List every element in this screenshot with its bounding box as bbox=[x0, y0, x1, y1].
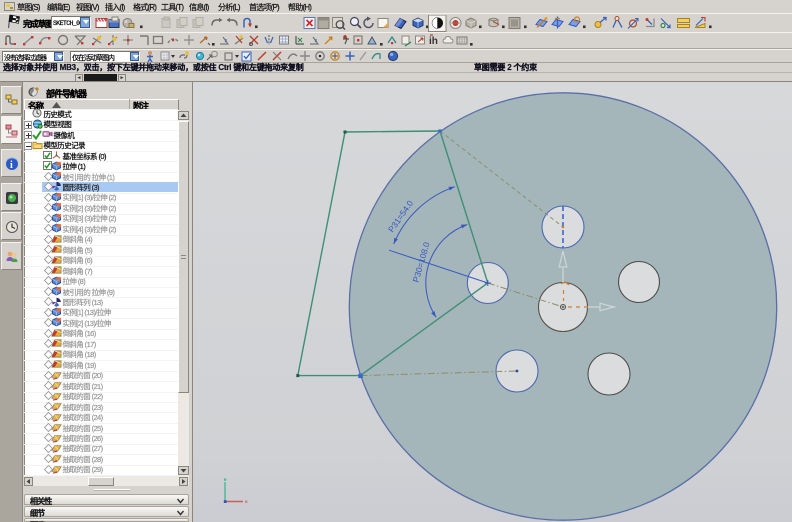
svg-text:ih: ih bbox=[429, 36, 438, 47]
svg-text:i: i bbox=[10, 160, 13, 171]
